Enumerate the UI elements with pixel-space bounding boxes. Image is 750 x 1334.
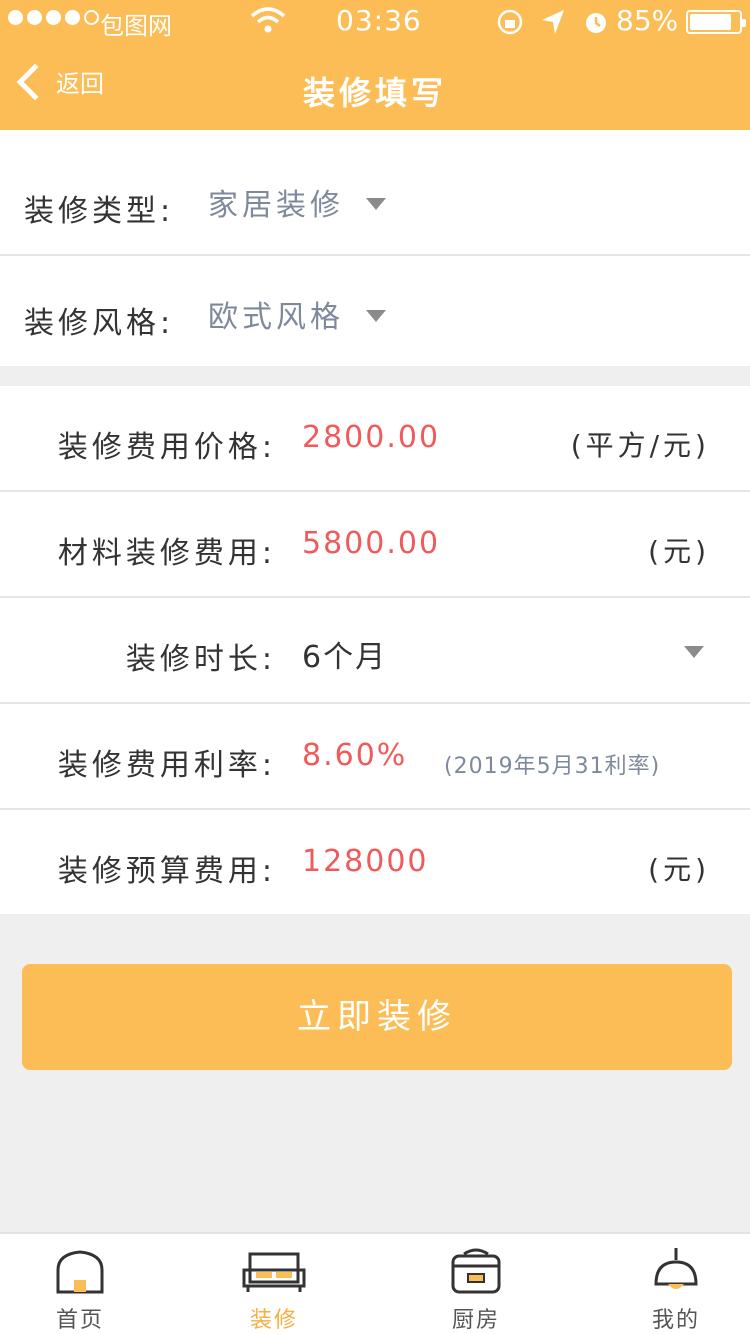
rotation-lock-icon: [497, 9, 523, 35]
decoration-style-select[interactable]: 装修风格: 欧式风格: [0, 254, 750, 370]
tab-kitchen-label: 厨房: [451, 1308, 500, 1333]
dropdown-arrow-icon: [366, 198, 386, 210]
material-label: 材料装修费用:: [57, 536, 276, 571]
duration-value: 6个月: [302, 640, 388, 675]
tab-home[interactable]: 首页: [20, 1234, 140, 1334]
duration-select[interactable]: 装修时长: 6个月: [0, 598, 750, 704]
decorate-now-button[interactable]: 立即装修: [22, 964, 732, 1070]
tab-decoration[interactable]: 装修: [214, 1234, 334, 1334]
header: 包图网 03:36 85% 返回 装修填写: [0, 0, 750, 130]
rate-note: (2019年5月31利率): [444, 754, 661, 779]
price-value[interactable]: 2800.00: [302, 420, 440, 455]
price-label: 装修费用价格:: [57, 430, 276, 465]
location-arrow-icon: [542, 10, 564, 34]
dropdown-arrow-icon: [366, 310, 386, 322]
price-unit: (平方/元): [570, 429, 710, 462]
page-title: 装修填写: [302, 74, 447, 112]
selection-card: 装修类型: 家居装修 装修风格: 欧式风格: [0, 130, 750, 366]
rate-value[interactable]: 8.60%: [302, 738, 407, 773]
budget-value[interactable]: 128000: [302, 844, 429, 879]
tab-bar: 首页 装修 厨房 我的: [0, 1232, 750, 1334]
tab-mine-label: 我的: [651, 1308, 700, 1333]
budget-label: 装修预算费用:: [57, 854, 276, 889]
wifi-icon: [250, 7, 286, 33]
decoration-type-value: 家居装修: [208, 188, 344, 223]
budget-row: 装修预算费用: 128000 (元): [0, 810, 750, 916]
status-bar: 包图网 03:36 85%: [0, 0, 750, 44]
fee-card: 装修费用价格: 2800.00 (平方/元) 材料装修费用: 5800.00 (…: [0, 386, 750, 914]
signal-strength-icon: [8, 10, 99, 25]
carrier-name: 包图网: [100, 12, 172, 40]
duration-label: 装修时长:: [125, 642, 276, 677]
rate-row: 装修费用利率: 8.60% (2019年5月31利率): [0, 704, 750, 810]
budget-unit: (元): [648, 853, 710, 886]
material-row: 材料装修费用: 5800.00 (元): [0, 492, 750, 598]
home-icon: [56, 1250, 104, 1294]
price-row: 装修费用价格: 2800.00 (平方/元): [0, 386, 750, 492]
material-unit: (元): [648, 535, 710, 568]
rice-cooker-icon: [451, 1248, 501, 1294]
decoration-type-select[interactable]: 装修类型: 家居装修: [0, 144, 750, 260]
status-time: 03:36: [336, 4, 422, 37]
decoration-style-value: 欧式风格: [208, 300, 344, 335]
battery-icon: [686, 10, 746, 34]
dropdown-arrow-icon: [684, 646, 704, 658]
navigation-bar: 返回 装修填写: [0, 44, 750, 130]
battery-percentage: 85%: [616, 4, 679, 37]
alarm-icon: [586, 13, 606, 33]
material-value[interactable]: 5800.00: [302, 526, 440, 561]
tab-mine[interactable]: 我的: [616, 1234, 736, 1334]
tab-kitchen[interactable]: 厨房: [416, 1234, 536, 1334]
tab-home-label: 首页: [55, 1308, 104, 1333]
decoration-style-label: 装修风格:: [24, 306, 175, 341]
decoration-type-label: 装修类型:: [24, 194, 175, 229]
rate-label: 装修费用利率:: [57, 748, 276, 783]
sofa-icon: [242, 1252, 306, 1292]
lamp-icon: [654, 1248, 698, 1289]
tab-decoration-label: 装修: [249, 1308, 298, 1333]
